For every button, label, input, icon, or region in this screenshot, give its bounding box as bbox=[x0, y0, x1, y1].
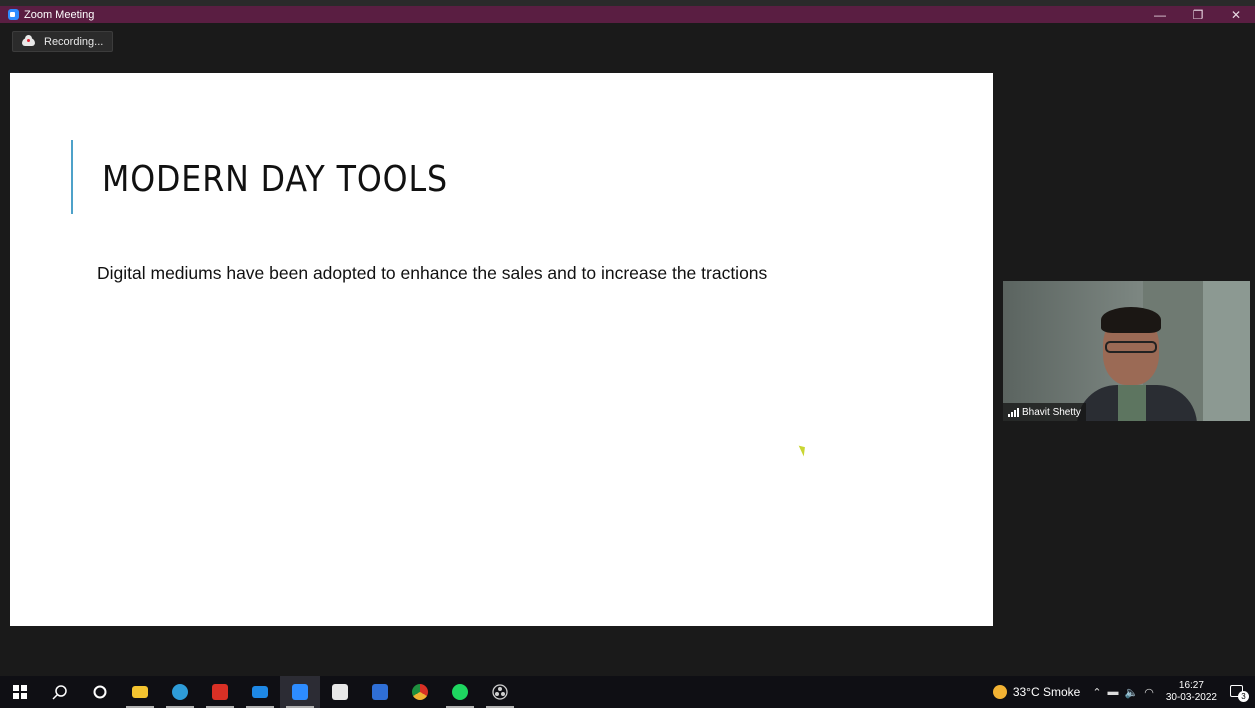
battery-icon[interactable]: ▬ bbox=[1108, 686, 1119, 698]
photos-button[interactable] bbox=[360, 676, 400, 708]
file-explorer-button[interactable] bbox=[120, 676, 160, 708]
participant-name: Bhavit Shetty bbox=[1022, 406, 1081, 418]
weather-sun-icon bbox=[992, 685, 1007, 699]
weather-widget[interactable]: 33°C Smoke bbox=[1013, 685, 1081, 699]
video-background-right bbox=[1203, 281, 1250, 421]
system-tray: 33°C Smoke ⌃ ▬ 🔈 ◠ 16:27 30-03-2022 3 bbox=[992, 676, 1255, 708]
close-button[interactable]: ✕ bbox=[1217, 6, 1255, 23]
window-title: Zoom Meeting bbox=[24, 8, 95, 21]
shared-screen-slide: MODERN DAY TOOLS Digital mediums have be… bbox=[10, 73, 993, 626]
notification-count: 3 bbox=[1238, 691, 1249, 702]
slide-body-text: Digital mediums have been adopted to enh… bbox=[97, 263, 768, 283]
restore-button[interactable]: ❐ bbox=[1179, 6, 1217, 23]
slide-title: MODERN DAY TOOLS bbox=[102, 159, 449, 200]
gmail-button[interactable] bbox=[200, 676, 240, 708]
participant-video-tile[interactable]: Bhavit Shetty bbox=[1003, 281, 1250, 421]
recording-label: Recording... bbox=[44, 35, 104, 48]
minimize-button[interactable]: — bbox=[1141, 6, 1179, 23]
store-icon bbox=[332, 684, 348, 700]
title-bar: Zoom Meeting — ❐ ✕ bbox=[0, 0, 1255, 23]
photos-icon bbox=[372, 684, 388, 700]
search-button[interactable] bbox=[40, 676, 80, 708]
participant-name-tag: Bhavit Shetty bbox=[1003, 403, 1086, 421]
folder-icon bbox=[132, 686, 148, 698]
participant-shirt bbox=[1118, 385, 1146, 421]
zoom-app-icon bbox=[8, 9, 19, 20]
wifi-icon[interactable]: ◠ bbox=[1144, 686, 1154, 699]
participant-glasses bbox=[1105, 341, 1157, 353]
gmail-icon bbox=[212, 684, 228, 700]
meeting-area: Recording... MODERN DAY TOOLS Digital me… bbox=[0, 23, 1255, 676]
clock-time: 16:27 bbox=[1178, 680, 1204, 691]
signal-strength-icon bbox=[1008, 407, 1019, 417]
volume-icon[interactable]: 🔈 bbox=[1125, 686, 1139, 699]
notification-center-button[interactable]: 3 bbox=[1227, 682, 1249, 702]
cortana-icon bbox=[93, 685, 107, 699]
mail-button[interactable] bbox=[240, 676, 280, 708]
mail-icon bbox=[252, 686, 268, 698]
zoom-icon bbox=[292, 684, 308, 700]
search-icon bbox=[52, 685, 67, 700]
store-button[interactable] bbox=[320, 676, 360, 708]
edge-button[interactable] bbox=[160, 676, 200, 708]
chrome-button[interactable] bbox=[400, 676, 440, 708]
cortana-button[interactable] bbox=[80, 676, 120, 708]
spotify-icon bbox=[452, 684, 468, 700]
edge-icon bbox=[172, 684, 188, 700]
show-hidden-icons-icon[interactable]: ⌃ bbox=[1092, 686, 1101, 699]
slide-accent-bar bbox=[71, 140, 73, 214]
recording-indicator[interactable]: Recording... bbox=[12, 31, 113, 52]
cloud-recording-icon bbox=[22, 34, 35, 46]
chrome-icon bbox=[412, 684, 428, 700]
start-button[interactable] bbox=[0, 676, 40, 708]
zoom-button[interactable] bbox=[280, 676, 320, 708]
obs-button[interactable] bbox=[480, 676, 520, 708]
clock-date: 30-03-2022 bbox=[1165, 692, 1217, 703]
windows-logo-icon bbox=[13, 685, 27, 699]
participant-hair bbox=[1101, 307, 1161, 333]
obs-icon bbox=[492, 684, 508, 700]
window-controls: — ❐ ✕ bbox=[1141, 6, 1255, 23]
clock[interactable]: 16:27 30-03-2022 bbox=[1166, 680, 1217, 704]
spotify-button[interactable] bbox=[440, 676, 480, 708]
